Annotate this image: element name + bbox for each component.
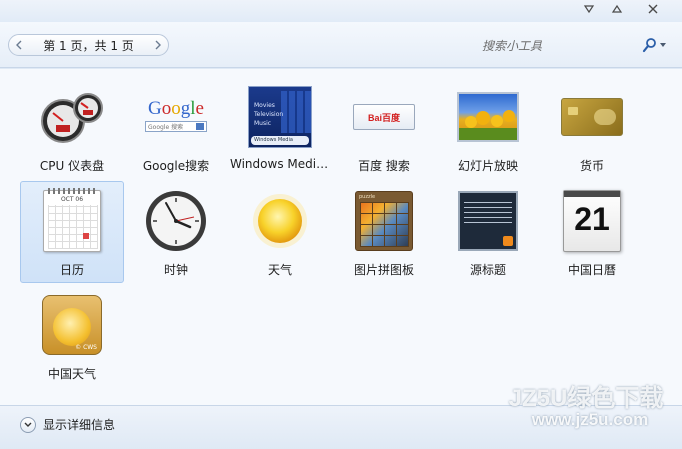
- gadget-label: CPU 仪表盘: [39, 159, 105, 173]
- picture-puzzle-icon: puzzle: [351, 188, 417, 254]
- gadget-currency[interactable]: 货币: [540, 77, 644, 179]
- watermark-url: www.jz5u.com: [531, 410, 649, 429]
- search-input[interactable]: [482, 36, 632, 56]
- gadget-google-search[interactable]: Google Google 搜索 Google搜索: [124, 77, 228, 179]
- chevron-down-icon: [20, 416, 36, 433]
- close-button[interactable]: [639, 0, 667, 18]
- china-calendar-icon: 21: [559, 188, 625, 254]
- cpu-meter-icon: [39, 84, 105, 150]
- gadget-label: 源标题: [469, 263, 506, 277]
- gadget-calendar[interactable]: OCT 06 日历: [20, 181, 124, 283]
- gadget-china-calendar[interactable]: 21 中国日曆: [540, 181, 644, 283]
- windows-media-center-icon: Movies Television Music Windows Media Ce…: [247, 84, 313, 150]
- media-menu-television: Television: [254, 111, 284, 118]
- gadget-cpu-meter[interactable]: CPU 仪表盘: [20, 77, 124, 179]
- china-calendar-day: 21: [574, 201, 610, 237]
- gadget-label: 日历: [59, 263, 84, 277]
- gadget-label: Windows Media...: [230, 157, 330, 171]
- watermark: JZ5U绿色下载 www.jz5u.com: [500, 372, 672, 440]
- close-icon: [648, 4, 658, 14]
- feed-headlines-icon: [455, 188, 521, 254]
- show-details-button[interactable]: 显示详细信息: [20, 416, 115, 433]
- clock-icon: [143, 188, 209, 254]
- gadget-label: 中国日曆: [567, 263, 616, 277]
- baidu-logo: Bai百度: [367, 112, 400, 123]
- gadget-label: Google搜索: [142, 159, 210, 173]
- restore-button[interactable]: [603, 0, 631, 18]
- chevron-right-icon: [155, 40, 161, 50]
- gadget-baidu-search[interactable]: Bai百度 百度 搜索: [332, 77, 436, 179]
- gadget-label: 时钟: [163, 263, 188, 277]
- calendar-icon: OCT 06: [39, 188, 105, 254]
- gadget-clock[interactable]: 时钟: [124, 181, 228, 283]
- title-bar: [0, 0, 682, 22]
- gadget-label: 货币: [579, 159, 604, 173]
- gadget-windows-media-center[interactable]: Movies Television Music Windows Media Ce…: [228, 77, 332, 179]
- page-indicator: 第 1 页，共 1 页: [43, 38, 134, 53]
- restore-icon: [611, 4, 623, 13]
- baidu-search-icon: Bai百度: [351, 84, 417, 150]
- search-options-dropdown[interactable]: [660, 43, 666, 47]
- weather-sun-icon: [247, 188, 313, 254]
- pager: 第 1 页，共 1 页: [8, 34, 169, 56]
- gadget-picture-puzzle[interactable]: puzzle 图片拼图板: [332, 181, 436, 283]
- gadget-label: 中国天气: [47, 367, 96, 381]
- currency-icon: [559, 84, 625, 150]
- gadget-gallery: CPU 仪表盘 Google Google 搜索 Google搜索 Movies: [0, 69, 682, 405]
- gadget-china-weather[interactable]: © CWS 中国天气: [20, 285, 124, 387]
- toolbar: 第 1 页，共 1 页: [0, 22, 682, 68]
- google-search-icon: Google Google 搜索: [143, 84, 209, 150]
- watermark-title: JZ5U绿色下载: [508, 385, 664, 412]
- puzzle-title: puzzle: [359, 194, 376, 200]
- search-box: [482, 36, 668, 56]
- media-caption: Windows Media Center: [251, 136, 309, 147]
- media-menu-movies: Movies: [254, 102, 275, 109]
- media-menu-music: Music: [254, 120, 272, 127]
- google-search-hint: Google 搜索: [148, 124, 184, 131]
- show-details-label: 显示详细信息: [43, 418, 116, 432]
- gadget-weather[interactable]: 天气: [228, 181, 332, 283]
- gadget-slideshow[interactable]: 幻灯片放映: [436, 77, 540, 179]
- gadget-label: 天气: [267, 263, 292, 277]
- gadget-label: 百度 搜索: [358, 159, 410, 173]
- gadget-feed-headlines[interactable]: 源标题: [436, 181, 540, 283]
- slideshow-icon: [455, 84, 521, 150]
- search-icon[interactable]: [642, 37, 658, 53]
- calendar-month: OCT 06: [60, 196, 84, 203]
- gadget-label: 图片拼图板: [353, 263, 414, 277]
- previous-page-button[interactable]: [9, 35, 29, 55]
- chevron-left-icon: [16, 40, 22, 50]
- minimize-button[interactable]: [575, 0, 603, 18]
- minimize-icon: [583, 5, 595, 14]
- next-page-button[interactable]: [148, 35, 168, 55]
- china-weather-icon: © CWS: [39, 292, 105, 358]
- gadget-label: 幻灯片放映: [457, 159, 518, 173]
- cws-badge: © CWS: [75, 344, 97, 351]
